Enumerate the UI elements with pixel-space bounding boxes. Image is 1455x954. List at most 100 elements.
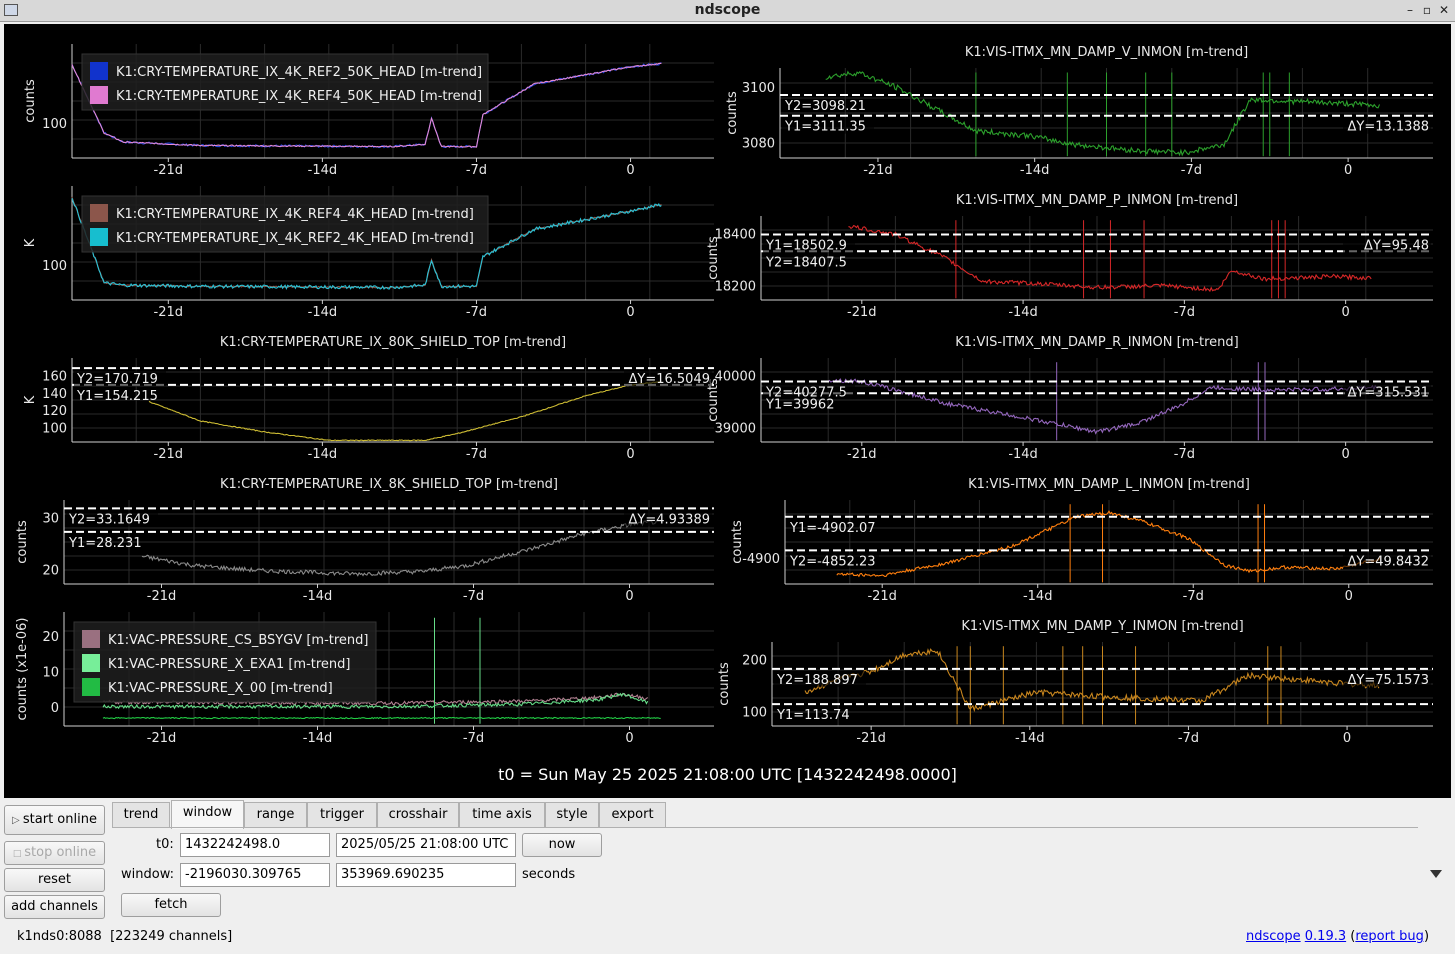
ndscope-link[interactable]: ndscope	[1246, 929, 1301, 944]
plot-title: K1:VIS-ITMX_MN_DAMP_P_INMON [m-trend]	[956, 193, 1238, 208]
x-tick-label: -14d	[1008, 305, 1038, 320]
delta-y-label: ΔY=4.93389	[629, 512, 711, 527]
legend-swatch	[90, 228, 108, 246]
x-tick-label: -7d	[466, 305, 487, 320]
x-tick-label: -14d	[303, 589, 333, 604]
x-tick-label: -7d	[1174, 447, 1195, 462]
y-axis-label: counts	[717, 662, 732, 706]
trace-x-00	[102, 716, 661, 720]
plot-title: K1:VIS-ITMX_MN_DAMP_Y_INMON [m-trend]	[961, 619, 1243, 634]
y-tick-label: 20	[42, 564, 59, 579]
y-tick-label: 120	[42, 404, 67, 419]
start-online-button[interactable]: ▷ start online	[4, 805, 105, 835]
status-server: k1nds0:8088 [223249 channels]	[17, 929, 232, 944]
plot-area[interactable]: -21d -14d -7d 0 100 counts -21d -14d -7d 0 100 K -21…	[4, 24, 1451, 798]
cursor-label-upper: Y2=170.719	[76, 372, 158, 387]
legend-swatch	[90, 62, 108, 80]
cursor-label-lower: Y1=28.231	[68, 536, 142, 551]
y-axis-label: counts (x1e-06)	[15, 618, 30, 721]
x-tick-label: -21d	[154, 305, 184, 320]
trace-damp-y	[804, 648, 1380, 713]
x-tick-label: -7d	[1178, 731, 1199, 746]
cursor-label-upper: Y2=188.897	[776, 673, 858, 688]
x-tick-label: -14d	[308, 305, 338, 320]
tab-window[interactable]: window	[171, 800, 244, 829]
x-tick-label: -14d	[308, 163, 338, 178]
y-tick-label: 39000	[715, 422, 756, 437]
y-axis-label: counts	[23, 79, 38, 123]
x-tick-label: 0	[626, 305, 634, 320]
tab-trend[interactable]: trend	[112, 802, 170, 828]
x-tick-label: -7d	[463, 589, 484, 604]
x-tick-label: -21d	[154, 447, 184, 462]
y-axis-label: counts	[730, 520, 745, 564]
y-tick-label: 18200	[715, 280, 756, 295]
stop-online-button[interactable]: □ stop online	[4, 841, 105, 865]
x-tick-label: 0	[1344, 163, 1352, 178]
delta-y-label: ΔY=49.8432	[1348, 554, 1430, 569]
legend-item: K1:CRY-TEMPERATURE_IX_4K_REF4_50K_HEAD […	[116, 89, 482, 104]
x-tick-label: -21d	[147, 589, 177, 604]
t0-gps-input[interactable]: 1432242498.0	[180, 833, 330, 857]
report-bug-link[interactable]: report bug	[1355, 929, 1424, 944]
x-tick-label: -7d	[463, 731, 484, 746]
fetch-button[interactable]: fetch	[121, 893, 221, 917]
legend-item: K1:CRY-TEMPERATURE_IX_4K_REF2_4K_HEAD [m…	[116, 231, 474, 246]
tab-trigger[interactable]: trigger	[307, 802, 377, 828]
x-tick-label: -7d	[1183, 589, 1204, 604]
trace-damp-r	[827, 378, 1379, 435]
tab-range[interactable]: range	[244, 802, 307, 828]
version-link[interactable]: 0.19.3	[1305, 929, 1346, 944]
legend-item: K1:CRY-TEMPERATURE_IX_4K_REF4_4K_HEAD [m…	[116, 207, 474, 222]
x-tick-label: -21d	[867, 589, 897, 604]
cursor-label-upper: Y2=-4852.23	[789, 554, 876, 569]
legend-item: K1:VAC-PRESSURE_X_EXA1 [m-trend]	[108, 657, 351, 672]
collapse-arrow-icon[interactable]	[1430, 870, 1442, 878]
window-field-label: window:	[121, 867, 174, 882]
trace-80k-shield	[148, 380, 662, 442]
x-tick-label: -7d	[466, 163, 487, 178]
x-tick-label: -14d	[303, 731, 333, 746]
window-end-input[interactable]: 353969.690235	[336, 863, 516, 887]
stop-online-label: stop online	[24, 845, 97, 860]
add-channels-button[interactable]: add channels	[4, 895, 105, 919]
legend-item: K1:CRY-TEMPERATURE_IX_4K_REF2_50K_HEAD […	[116, 65, 482, 80]
trace-damp-l	[836, 510, 1381, 578]
tab-time-axis[interactable]: time axis	[459, 802, 545, 828]
x-tick-label: -21d	[847, 305, 877, 320]
cursor-label-upper: Y1=3111.35	[784, 120, 866, 135]
minimize-icon[interactable]: –	[1402, 2, 1418, 18]
delta-y-label: ΔY=315.531	[1348, 386, 1430, 401]
legend-swatch	[90, 86, 108, 104]
x-tick-label: 0	[625, 731, 633, 746]
seconds-label: seconds	[522, 867, 576, 882]
delta-y-label: ΔY=75.1573	[1348, 673, 1430, 688]
t0-label: t0 = Sun May 25 2025 21:08:00 UTC [14322…	[498, 765, 957, 784]
y-tick-label: 3080	[742, 137, 775, 152]
tab-export[interactable]: export	[599, 802, 666, 828]
tab-crosshair[interactable]: crosshair	[377, 802, 459, 828]
delta-y-label: ΔY=13.1388	[1348, 120, 1430, 135]
y-tick-label: 100	[42, 117, 67, 132]
y-tick-label: 100	[42, 422, 67, 437]
maximize-icon[interactable]: ▫	[1419, 2, 1435, 18]
now-button[interactable]: now	[522, 833, 602, 857]
server-address: k1nds0:8088	[17, 929, 102, 944]
cursor-label-lower: Y1=39962	[765, 397, 834, 412]
stop-icon: □	[12, 849, 25, 859]
x-tick-label: -21d	[147, 731, 177, 746]
tab-divider	[112, 827, 1418, 828]
start-online-label: start online	[22, 812, 97, 827]
window-start-input[interactable]: -2196030.309765	[180, 863, 330, 887]
reset-button[interactable]: reset	[4, 868, 105, 892]
y-tick-label: 100	[42, 259, 67, 274]
close-icon[interactable]: ✕	[1436, 2, 1452, 18]
x-tick-label: -14d	[1020, 163, 1050, 178]
plot-canvas[interactable]: -21d -14d -7d 0100counts-21d -14d -7d 0100K-21…	[4, 24, 1451, 759]
y-tick-label: -4900	[742, 552, 780, 567]
x-tick-label: -14d	[1015, 731, 1045, 746]
tab-style[interactable]: style	[545, 802, 599, 828]
legend-swatch	[82, 654, 100, 672]
legend-swatch	[90, 204, 108, 222]
t0-utc-input[interactable]: 2025/05/25 21:08:00 UTC	[336, 833, 516, 857]
